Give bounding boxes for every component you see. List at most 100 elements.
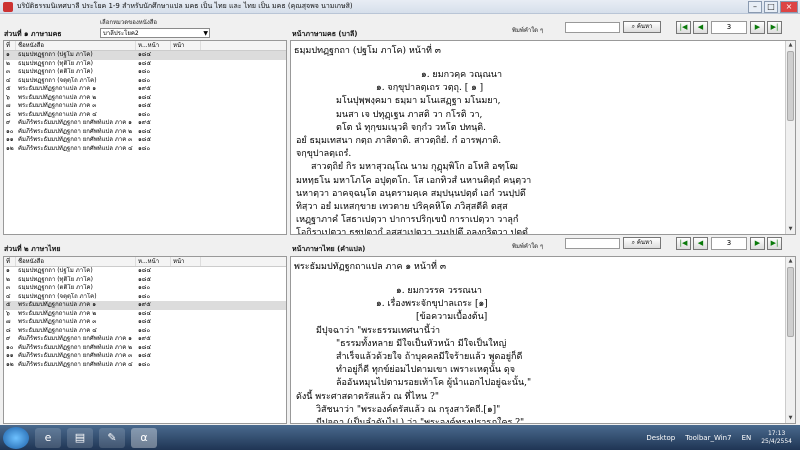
table-row[interactable]: ๑ ธมฺมปทฏฺฐกถา (ปฐโม ภาโค) ๑๘๔	[4, 267, 286, 276]
table-cell	[171, 111, 201, 120]
thai-search-input[interactable]	[565, 238, 620, 249]
table-row[interactable]: ๔ ธมฺมปทฏฺฐกถา (จตุตฺโถ ภาโค) ๑๘๐	[4, 77, 286, 86]
scroll-thumb[interactable]	[787, 51, 794, 121]
thai-text-pane[interactable]: พระธัมมปทัฏฐกถาแปล ภาค ๑ หน้าที่ ๓๑. ยมก…	[290, 256, 796, 424]
table-row[interactable]: ๔ ธมฺมปทฏฺฐกถา (จตุตฺโถ ภาโค) ๑๘๐	[4, 293, 286, 302]
scroll-down-icon[interactable]: ▼	[786, 414, 795, 423]
table-cell: ๑๘๐	[138, 326, 151, 334]
taskbar: e ▤ ✎ α Desktop Toolbar_Win7 EN 17:13 25…	[0, 425, 800, 450]
pali-text-line: โอกิราเปตฺวา ธชปตากํ อุสฺสาเปตฺวา วนปฺปต…	[296, 228, 528, 235]
scroll-thumb[interactable]	[787, 267, 794, 337]
thai-text-line: มีปุจฉา (เป็นลำดับไป ) ว่า "พระองค์ทรงปร…	[316, 418, 525, 424]
thai-find-button[interactable]: ⌕ ค้นหา	[623, 237, 661, 249]
maximize-button[interactable]: □	[764, 0, 778, 13]
pali-text-line: เหฏฺฐาภาคํ โสธาเปตฺวา ปาการปริกฺเขปํ การ…	[296, 215, 519, 226]
desktop-toolbar[interactable]: Desktop	[646, 434, 675, 442]
table-cell	[171, 102, 201, 111]
table-row[interactable]: ๙ คัมภีร์พระธัมมปทัฏฐกถา ยกศัพท์แปล ภาค ๑…	[4, 119, 286, 128]
table-row[interactable]: ๖ พระธัมมปทัฏฐกถาแปล ภาค ๒ ๑๘๔	[4, 94, 286, 103]
pali-text-line: อยํ ธมฺมเทสนา กตฺถ ภาสิตาติ. สาวตฺถิยํ. …	[296, 136, 502, 146]
thai-scrollbar[interactable]: ▲ ▼	[785, 257, 795, 423]
pali-find-button[interactable]: ⌕ ค้นหา	[623, 21, 661, 33]
pali-list-column-header[interactable]: ที่	[4, 41, 16, 50]
pali-next-page-button[interactable]: ▶	[750, 21, 765, 34]
pali-first-page-button[interactable]: |◀	[676, 21, 691, 34]
thai-next-page-button[interactable]: ▶	[750, 237, 765, 250]
thai-book-list[interactable]: ที่ ชื่อหนังสือ ห...หน้า หน้า๑ธมฺมปทฏฺฐกถา …	[3, 256, 287, 424]
language-indicator[interactable]: EN	[742, 434, 752, 442]
table-cell: ๑๘๔	[138, 267, 151, 274]
pali-list-column-header[interactable]: ห...หน้า	[136, 41, 171, 50]
table-cell: ๑๘๐	[138, 360, 151, 368]
table-row[interactable]: ๑ ธมฺมปทฏฺฐกถา (ปฐโม ภาโค) ๑๘๔	[4, 51, 286, 60]
table-cell	[171, 318, 201, 327]
table-row[interactable]: ๙ คัมภีร์พระธัมมปทัฏฐกถา ยกศัพท์แปล ภาค ๑…	[4, 335, 286, 344]
table-cell	[171, 68, 201, 77]
clock[interactable]: 17:13 25/4/2554	[761, 430, 792, 446]
minimize-button[interactable]: –	[748, 0, 762, 13]
table-row[interactable]: ๑๐ คัมภีร์พระธัมมปทัฏฐกถา ยกศัพท์แปล ภาค …	[4, 344, 286, 353]
pali-book-list[interactable]: ที่ ชื่อหนังสือ ห...หน้า หน้า๑ธมฺมปทฏฺฐกถา …	[3, 40, 287, 235]
scroll-up-icon[interactable]: ▲	[786, 257, 795, 266]
table-row[interactable]: ๗ พระธัมมปทัฏฐกถาแปล ภาค ๓ ๑๘๕	[4, 318, 286, 327]
table-row[interactable]: ๑๑ คัมภีร์พระธัมมปทัฏฐกถา ยกศัพท์แปล ภาค …	[4, 136, 286, 145]
scroll-up-icon[interactable]: ▲	[786, 41, 795, 50]
table-row[interactable]: ๑๒ คัมภีร์พระธัมมปทัฏฐกถา ยกศัพท์แปล ภาค …	[4, 361, 286, 370]
table-cell: ๑	[6, 51, 10, 58]
pali-prev-page-button[interactable]: ◀	[693, 21, 708, 34]
table-row[interactable]: ๘ พระธัมมปทัฏฐกถาแปล ภาค ๔ ๑๘๐	[4, 111, 286, 120]
pali-scrollbar[interactable]: ▲ ▼	[785, 41, 795, 234]
group-combo[interactable]: บาลีประโยค2 ▼	[100, 28, 210, 38]
pali-list-column-header[interactable]: หน้า	[171, 41, 201, 50]
pali-last-page-button[interactable]: ▶|	[767, 21, 782, 34]
start-button[interactable]	[3, 426, 29, 449]
table-cell: ๑๑	[6, 136, 14, 143]
table-row[interactable]: ๗ พระธัมมปทัฏฐกถาแปล ภาค ๓ ๑๘๕	[4, 102, 286, 111]
thai-search-label: พิมพ์คำใด ๆ	[512, 243, 544, 250]
table-row[interactable]: ๕ พระธัมมปทัฏฐกถาแปล ภาค ๑ ๑๙๕	[4, 301, 286, 310]
table-cell: ธมฺมปทฏฺฐกถา (ตติโย ภาโค)	[18, 68, 93, 75]
table-row[interactable]: ๕ พระธัมมปทัฏฐกถาแปล ภาค ๑ ๑๙๕	[4, 85, 286, 94]
table-cell	[171, 344, 201, 353]
internet-explorer-icon[interactable]: e	[35, 427, 61, 448]
pali-page-number[interactable]: 3	[711, 21, 747, 34]
app-taskbar-icon[interactable]: α	[131, 427, 157, 448]
table-cell: ๑๘๐	[138, 284, 151, 291]
pali-list-column-header[interactable]: ชื่อหนังสือ	[16, 41, 136, 50]
table-row[interactable]: ๒ ธมฺมปทฏฺฐกถา (ทุติโย ภาโค) ๑๘๕	[4, 276, 286, 285]
scroll-down-icon[interactable]: ▼	[786, 225, 795, 234]
table-cell: ๕	[6, 301, 11, 308]
table-cell: พระธัมมปทัฏฐกถาแปล ภาค ๓	[18, 318, 97, 325]
thai-list-column-header[interactable]: ห...หน้า	[136, 257, 171, 266]
thai-page-number[interactable]: 3	[711, 237, 747, 250]
table-row[interactable]: ๓ ธมฺมปทฏฺฐกถา (ตติโย ภาโค) ๑๘๐	[4, 284, 286, 293]
thai-list-column-header[interactable]: ที่	[4, 257, 16, 266]
pali-search-input[interactable]	[565, 22, 620, 33]
pali-text-line: ตโต นํ ทุกฺขมเนฺวติ จกฺกํว วหโต ปทนฺติ.	[336, 122, 486, 133]
table-cell: ๑๙๕	[138, 301, 151, 308]
title-bar[interactable]: บริบัติธรรมนิเทศบาลี ประโยค 1-9 สำหรับนั…	[0, 0, 800, 14]
thai-first-page-button[interactable]: |◀	[676, 237, 691, 250]
thai-list-column-header[interactable]: ชื่อหนังสือ	[16, 257, 136, 266]
table-cell: ธมฺมปทฏฺฐกถา (ปฐโม ภาโค)	[18, 267, 93, 274]
table-row[interactable]: ๘ พระธัมมปทัฏฐกถาแปล ภาค ๔ ๑๘๐	[4, 327, 286, 336]
pali-text-pane[interactable]: ธมฺมปทฏฺฐกถา (ปฐโม ภาโค) หน้าที่ ๓๑. ยมก…	[290, 40, 796, 235]
table-cell	[171, 60, 201, 69]
thai-text-line: ๑. เรื่องพระจักขุปาลเถระ [๑]	[376, 299, 488, 310]
table-row[interactable]: ๑๑ คัมภีร์พระธัมมปทัฏฐกถา ยกศัพท์แปล ภาค …	[4, 352, 286, 361]
thai-prev-page-button[interactable]: ◀	[693, 237, 708, 250]
table-cell: ๑๘๔	[138, 127, 151, 135]
toolbar-win7[interactable]: Toolbar_Win7	[685, 434, 731, 442]
paint-icon[interactable]: ✎	[99, 427, 125, 448]
table-row[interactable]: ๑๐ คัมภีร์พระธัมมปทัฏฐกถา ยกศัพท์แปล ภาค …	[4, 128, 286, 137]
table-row[interactable]: ๖ พระธัมมปทัฏฐกถาแปล ภาค ๒ ๑๘๔	[4, 310, 286, 319]
thai-last-page-button[interactable]: ▶|	[767, 237, 782, 250]
table-row[interactable]: ๑๒ คัมภีร์พระธัมมปทัฏฐกถา ยกศัพท์แปล ภาค …	[4, 145, 286, 154]
folder-icon[interactable]: ▤	[67, 427, 93, 448]
table-cell: ๑๙๕	[138, 119, 151, 126]
thai-list-column-header[interactable]: หน้า	[171, 257, 201, 266]
close-button[interactable]: ×	[780, 0, 798, 13]
pali-text-line: มนสา เจ ปทุฏฺเฐน ภาสติ วา กโรติ วา,	[336, 109, 483, 120]
table-row[interactable]: ๒ ธมฺมปทฏฺฐกถา (ทุติโย ภาโค) ๑๘๕	[4, 60, 286, 69]
table-row[interactable]: ๓ ธมฺมปทฏฺฐกถา (ตติโย ภาโค) ๑๘๐	[4, 68, 286, 77]
